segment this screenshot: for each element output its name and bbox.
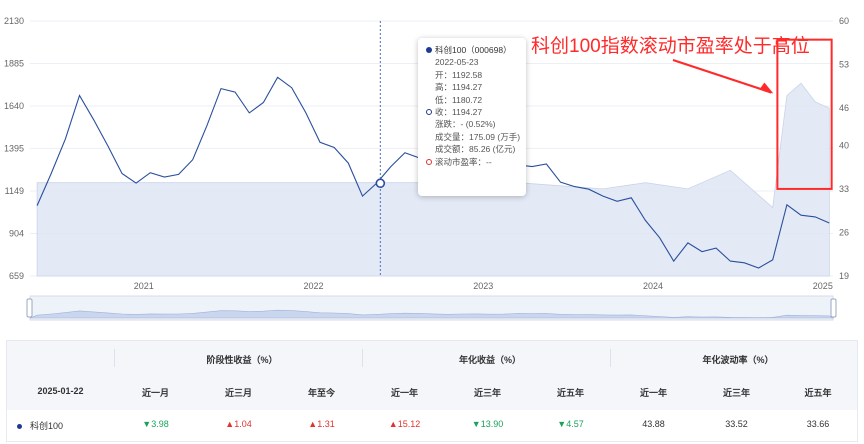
tooltip-close-row: 收：1194.27 [426, 106, 518, 118]
y-right-tick-label: 40 [839, 140, 849, 150]
y-left-tick-label: 1640 [4, 101, 24, 111]
x-tick-label: 2022 [303, 281, 323, 291]
x-tick-label: 2025 [813, 281, 833, 291]
col-header: 近一月 [141, 388, 169, 398]
group-header-annual-return: 年化收益（%） [458, 355, 521, 365]
y-left-tick-label: 1395 [4, 143, 24, 153]
table-cell: ▼13.90 [471, 419, 504, 429]
series-dot-icon [426, 47, 432, 53]
y-left-tick-label: 659 [9, 271, 24, 281]
y-right-tick-label: 19 [839, 271, 849, 281]
col-header: 近三年 [722, 388, 750, 398]
table-date: 2025-01-22 [37, 386, 84, 396]
table-cell: ▲1.04 [225, 419, 252, 429]
col-header: 近五年 [556, 388, 584, 398]
close-ring-icon [426, 109, 432, 116]
tooltip-pe: 滚动市盈率：-- [435, 156, 492, 167]
tooltip-pe-row: 滚动市盈率：-- [426, 156, 518, 168]
y-left-tick-label: 904 [9, 229, 24, 239]
y-right-tick-label: 60 [839, 16, 849, 26]
col-header: 近三月 [224, 388, 252, 398]
y-right-tick-label: 46 [839, 103, 849, 113]
header-divider [610, 349, 611, 367]
header-divider [114, 349, 115, 367]
tooltip-date: 2022-05-23 [435, 57, 479, 68]
table-header [7, 341, 857, 410]
y-right-tick-label: 53 [839, 60, 849, 70]
group-header-stage: 阶段性收益（%） [206, 355, 278, 365]
tooltip-close: 收：1194.27 [435, 107, 483, 118]
tooltip-series-row: 科创100（000698） [426, 44, 518, 56]
annotation-arrow [672, 58, 772, 94]
data-tooltip: 科创100（000698） 2022-05-23 开：1192.58 高：119… [418, 38, 526, 196]
table-cell: ▼3.98 [142, 419, 169, 429]
tooltip-series: 科创100（000698） [435, 45, 512, 55]
col-header: 年至今 [307, 388, 335, 398]
slider-handle-left [26, 298, 33, 318]
y-left-tick-label: 1885 [4, 58, 24, 68]
table-cell: ▲1.31 [308, 419, 335, 429]
table-cell: ▼4.57 [557, 419, 584, 429]
y-left-tick-label: 1149 [5, 186, 24, 196]
col-header: 近五年 [804, 388, 832, 398]
tooltip-high: 高：1194.27 [435, 82, 483, 93]
col-header: 近三年 [473, 388, 501, 398]
col-header: 近一年 [639, 388, 667, 398]
group-header-volatility: 年化波动率（%） [702, 355, 774, 365]
series-dot-icon [17, 424, 22, 430]
tooltip-open: 开：1192.58 [435, 69, 483, 80]
row-name: 科创100 [30, 421, 64, 431]
x-tick-label: 2023 [473, 281, 493, 291]
pe-ring-icon [426, 158, 432, 165]
table-cell: 43.88 [642, 419, 665, 429]
col-header: 近一年 [390, 388, 418, 398]
table-cell: 33.66 [806, 419, 830, 429]
y-right-tick-label: 26 [839, 227, 849, 237]
slider-handle-right [830, 298, 837, 318]
tooltip-amount: 成交额：85.26 (亿元) [435, 144, 516, 155]
header-divider [362, 349, 363, 367]
table-row-label[interactable]: 科创100 [17, 419, 63, 432]
tooltip-volume: 成交量：175.09 (万手) [435, 131, 521, 142]
table-cell: 33.52 [725, 419, 748, 429]
x-tick-label: 2021 [134, 281, 154, 291]
y-right-tick-label: 33 [839, 184, 849, 194]
table-cell: ▲15.12 [388, 419, 421, 429]
annotation-text: 科创100指数滚动市盈率处于高位 [531, 36, 810, 57]
y-left-tick-label: 2130 [4, 16, 24, 26]
returns-table: 阶段性收益（%） 年化收益（%） 年化波动率（%） 2025-01-22 近一月… [6, 340, 858, 442]
crosshair-marker [375, 178, 386, 189]
x-tick-label: 2024 [643, 281, 663, 291]
tooltip-low: 低：1180.72 [435, 94, 483, 105]
tooltip-change: 涨跌：- (0.52%) [435, 119, 496, 130]
